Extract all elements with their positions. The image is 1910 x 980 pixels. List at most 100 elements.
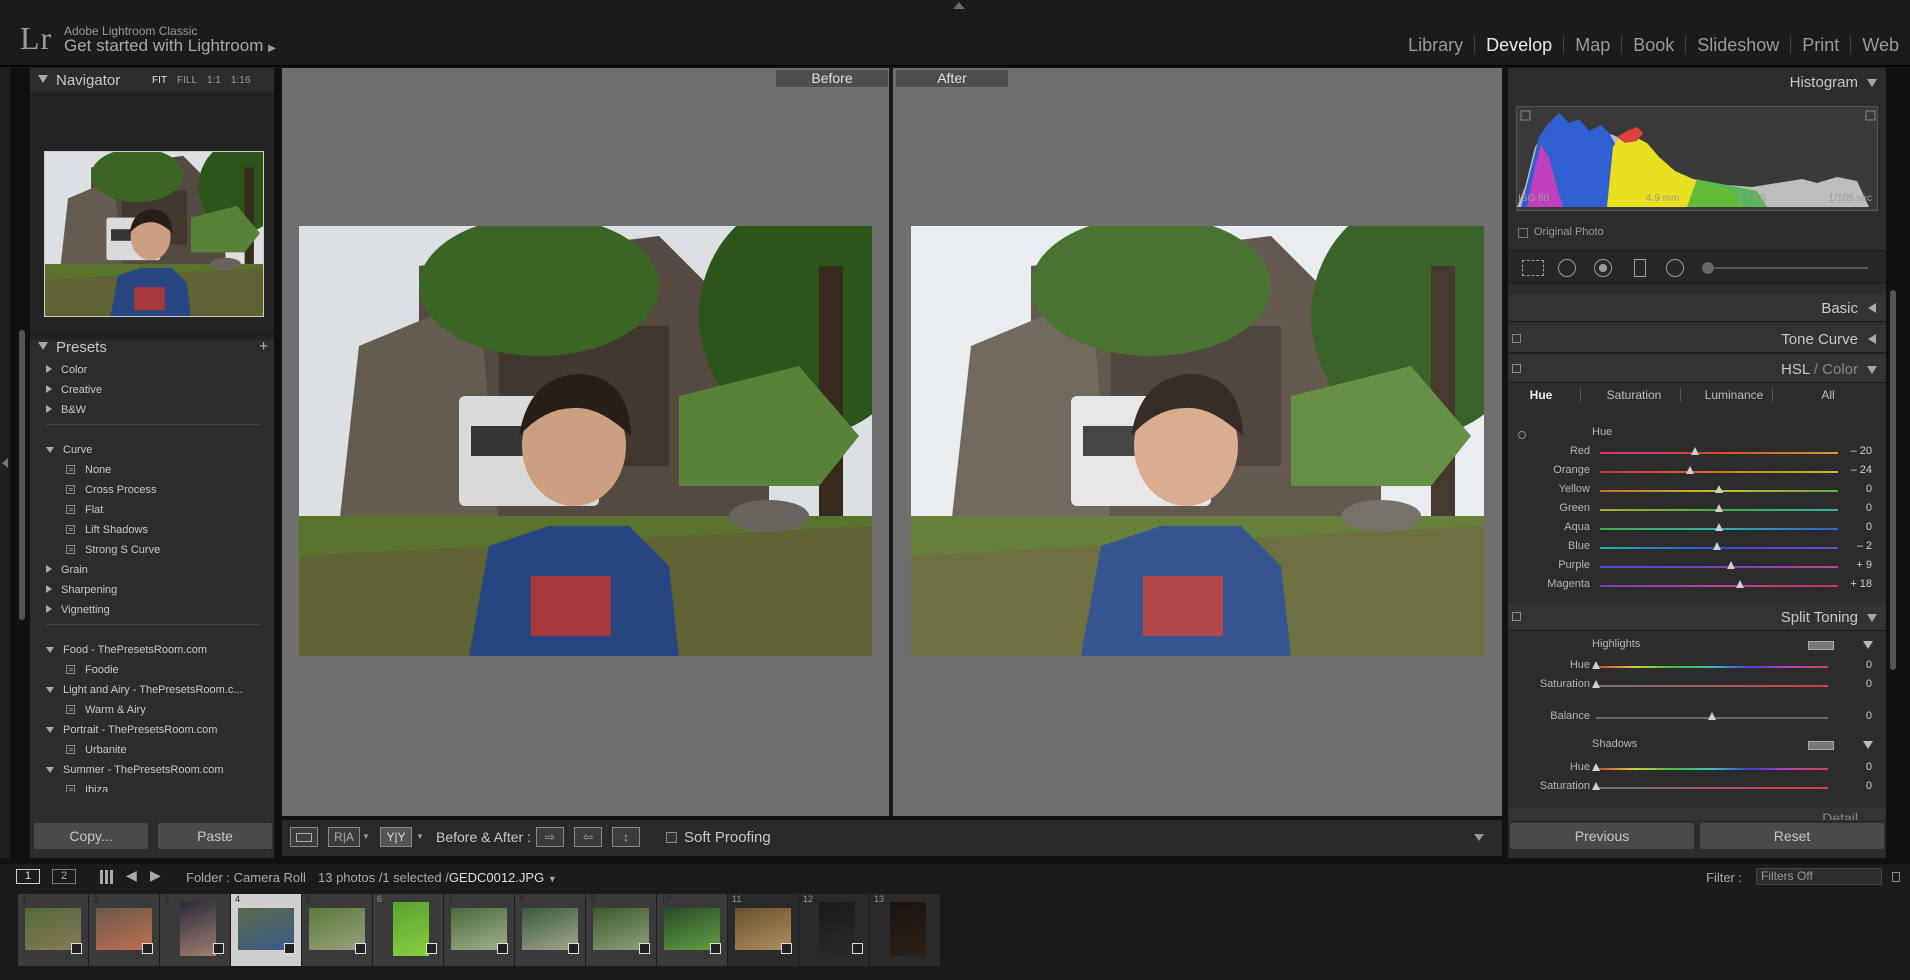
preset-folder[interactable]: Grain bbox=[46, 562, 88, 578]
module-develop[interactable]: Develop bbox=[1474, 36, 1563, 54]
filmstrip-thumbnail[interactable]: 10 bbox=[657, 894, 727, 966]
filmstrip-thumbnail[interactable]: 1 bbox=[18, 894, 88, 966]
split-mode-dropdown-icon[interactable]: ▼ bbox=[416, 832, 424, 841]
slider-knob[interactable] bbox=[1726, 561, 1735, 569]
navigator-header[interactable]: Navigator FIT FILL 1:1 1:16 bbox=[30, 68, 274, 92]
swap-before-after-button[interactable]: ↕ bbox=[612, 827, 640, 847]
red-eye-icon[interactable] bbox=[1594, 259, 1612, 277]
before-photo[interactable] bbox=[299, 226, 872, 656]
preset-folder[interactable]: Light and Airy - ThePresetsRoom.c... bbox=[46, 682, 243, 698]
slider-value[interactable]: 0 bbox=[1832, 780, 1872, 792]
histogram-header[interactable]: Histogram bbox=[1508, 68, 1886, 96]
filter-select[interactable]: Filters Off bbox=[1756, 868, 1882, 885]
filmstrip-thumbnail[interactable]: 7 bbox=[444, 894, 514, 966]
folder-source[interactable]: Folder : Camera Roll bbox=[186, 870, 306, 885]
filmstrip-thumbnail[interactable]: 2 bbox=[89, 894, 159, 966]
filmstrip-thumbnail[interactable]: 3 bbox=[160, 894, 230, 966]
slider-track[interactable] bbox=[1600, 566, 1838, 568]
filename-dropdown-icon[interactable]: ▼ bbox=[548, 874, 557, 884]
filmstrip-thumbnail[interactable]: 5 bbox=[302, 894, 372, 966]
main-window-button[interactable]: 1 bbox=[16, 869, 40, 884]
filmstrip-thumbnail[interactable]: 9 bbox=[586, 894, 656, 966]
slider-value[interactable]: – 20 bbox=[1832, 445, 1872, 457]
hsl-panel-header[interactable]: HSL / Color bbox=[1508, 355, 1886, 383]
slider-track[interactable] bbox=[1600, 585, 1838, 587]
slider-track[interactable] bbox=[1600, 452, 1838, 454]
graduated-filter-icon[interactable] bbox=[1634, 259, 1646, 277]
navigator-thumbnail[interactable] bbox=[44, 151, 264, 317]
slider-knob[interactable] bbox=[1691, 447, 1700, 455]
selected-filename[interactable]: GEDC0012.JPG bbox=[449, 870, 544, 885]
slider-value[interactable]: 0 bbox=[1832, 761, 1872, 773]
basic-panel-header[interactable]: Basic bbox=[1508, 294, 1886, 322]
get-started-link[interactable]: Get started with Lightroom ▶ bbox=[64, 36, 276, 56]
slider-track[interactable] bbox=[1596, 787, 1828, 789]
module-print[interactable]: Print bbox=[1790, 36, 1850, 54]
split-toning-panel-header[interactable]: Split Toning bbox=[1508, 603, 1886, 631]
filmstrip-thumbnail[interactable]: 6 bbox=[373, 894, 443, 966]
loupe-view-button[interactable] bbox=[290, 827, 318, 847]
presets-header[interactable]: Presets + bbox=[30, 334, 274, 358]
filmstrip-thumbnail[interactable]: 11 bbox=[728, 894, 798, 966]
original-photo-checkbox[interactable] bbox=[1518, 228, 1528, 238]
before-after-split-button[interactable]: Y|Y bbox=[380, 827, 412, 847]
slider-track[interactable] bbox=[1596, 768, 1828, 770]
paste-button[interactable]: Paste bbox=[158, 823, 272, 849]
detail-panel-header-partial[interactable]: Detail bbox=[1508, 808, 1886, 820]
slider-value[interactable]: – 2 bbox=[1832, 540, 1872, 552]
left-panel-toggle-strip[interactable] bbox=[0, 68, 10, 858]
filmstrip-thumbnail[interactable]: 12 bbox=[799, 894, 869, 966]
preset-item[interactable]: Urbanite bbox=[66, 742, 127, 758]
highlights-picker-icon[interactable] bbox=[1863, 641, 1873, 649]
filmstrip-thumbnail[interactable]: 8 bbox=[515, 894, 585, 966]
soft-proofing-checkbox[interactable] bbox=[666, 832, 677, 843]
grid-view-icon[interactable] bbox=[100, 870, 114, 884]
tab-luminance[interactable]: Luminance bbox=[1686, 382, 1782, 408]
add-preset-icon[interactable]: + bbox=[259, 338, 268, 355]
tone-curve-panel-header[interactable]: Tone Curve bbox=[1508, 325, 1886, 353]
slider-value[interactable]: + 18 bbox=[1832, 578, 1872, 590]
preset-folder[interactable]: Color bbox=[46, 362, 87, 378]
slider-value[interactable]: – 24 bbox=[1832, 464, 1872, 476]
preset-folder[interactable]: Summer - ThePresetsRoom.com bbox=[46, 762, 224, 778]
preset-folder[interactable]: Portrait - ThePresetsRoom.com bbox=[46, 722, 217, 738]
panel-switch-icon[interactable] bbox=[1512, 334, 1521, 343]
slider-knob[interactable] bbox=[1592, 782, 1600, 790]
forward-arrow-icon[interactable]: ▶ bbox=[150, 867, 161, 884]
slider-knob[interactable] bbox=[1715, 485, 1723, 493]
copy-before-to-after-button[interactable]: ⇨ bbox=[536, 827, 564, 847]
shadows-color-swatch[interactable] bbox=[1808, 741, 1834, 750]
preset-item[interactable]: Ibiza bbox=[66, 782, 108, 792]
slider-value[interactable]: + 9 bbox=[1832, 559, 1872, 571]
module-web[interactable]: Web bbox=[1850, 36, 1910, 54]
preset-item[interactable]: Foodie bbox=[66, 662, 119, 678]
preset-folder[interactable]: B&W bbox=[46, 402, 86, 418]
slider-knob[interactable] bbox=[1592, 661, 1600, 669]
adjustment-brush-slider[interactable] bbox=[1704, 267, 1868, 269]
tab-all[interactable]: All bbox=[1778, 382, 1878, 408]
filmstrip-thumbnail[interactable]: 4 bbox=[231, 894, 301, 966]
adjustment-brush-icon[interactable] bbox=[1702, 262, 1714, 274]
previous-button[interactable]: Previous bbox=[1510, 823, 1694, 849]
toolbar-options-chevron-down-icon[interactable] bbox=[1474, 834, 1484, 841]
slider-knob[interactable] bbox=[1708, 712, 1716, 720]
after-photo[interactable] bbox=[911, 226, 1484, 656]
slider-track[interactable] bbox=[1596, 685, 1828, 687]
slider-knob[interactable] bbox=[1712, 542, 1721, 550]
left-panel-scrollbar[interactable] bbox=[19, 330, 25, 620]
panel-switch-icon[interactable] bbox=[1512, 612, 1521, 621]
module-slideshow[interactable]: Slideshow bbox=[1685, 36, 1790, 54]
highlights-color-swatch[interactable] bbox=[1808, 641, 1834, 650]
preset-item[interactable]: Strong S Curve bbox=[66, 542, 160, 558]
preset-folder[interactable]: Vignetting bbox=[46, 602, 110, 618]
histogram-graph[interactable] bbox=[1516, 106, 1878, 211]
preset-folder[interactable]: Sharpening bbox=[46, 582, 117, 598]
highlight-clipping-icon[interactable] bbox=[1865, 110, 1876, 121]
slider-value[interactable]: 0 bbox=[1832, 502, 1872, 514]
slider-knob[interactable] bbox=[1736, 580, 1745, 588]
slider-knob[interactable] bbox=[1592, 763, 1600, 771]
preset-folder[interactable]: Creative bbox=[46, 382, 102, 398]
shadows-picker-icon[interactable] bbox=[1863, 741, 1873, 749]
preset-item[interactable]: Lift Shadows bbox=[66, 522, 148, 538]
slider-knob[interactable] bbox=[1715, 504, 1723, 512]
